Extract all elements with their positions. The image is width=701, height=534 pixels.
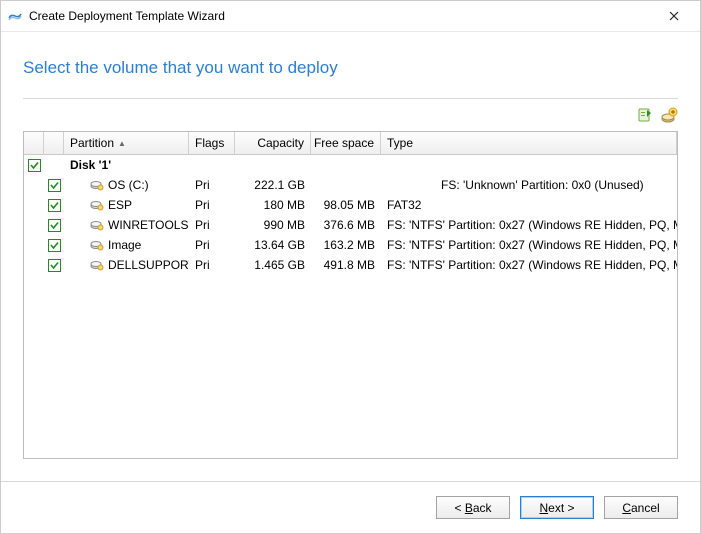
partition-free: 98.05 MB: [311, 198, 381, 212]
col-capacity-label: Capacity: [257, 136, 304, 150]
table-row[interactable]: Image Pri 13.64 GB 163.2 MB FS: 'NTFS' P…: [24, 235, 677, 255]
partition-capacity: 180 MB: [235, 198, 311, 212]
grid-header: Partition ▲ Flags Capacity Free space Ty…: [24, 132, 677, 155]
partition-flags: Pri: [189, 198, 235, 212]
close-button[interactable]: [654, 2, 694, 30]
col-flags-label: Flags: [195, 136, 224, 150]
partition-flags: Pri: [189, 258, 235, 272]
refresh-icon[interactable]: [636, 107, 654, 125]
col-type[interactable]: Type: [381, 132, 677, 154]
page-heading: Select the volume that you want to deplo…: [23, 58, 678, 78]
disk-row[interactable]: Disk '1': [24, 155, 677, 175]
content-area: Select the volume that you want to deplo…: [1, 32, 700, 481]
wizard-window: Create Deployment Template Wizard Select…: [0, 0, 701, 534]
col-partition-label: Partition: [70, 136, 114, 150]
grid-body: Disk '1': [24, 155, 677, 458]
row-checkbox[interactable]: [48, 179, 61, 192]
partition-flags: Pri: [189, 178, 235, 192]
app-icon: [7, 8, 23, 24]
col-type-label: Type: [387, 136, 413, 150]
sort-indicator-icon: ▲: [118, 139, 126, 148]
titlebar: Create Deployment Template Wizard: [1, 1, 700, 32]
partition-free: 376.6 MB: [311, 218, 381, 232]
row-checkbox[interactable]: [48, 239, 61, 252]
partition-capacity: 1.465 GB: [235, 258, 311, 272]
partition-type: FS: 'Unknown' Partition: 0x0 (Unused): [381, 178, 677, 192]
table-row[interactable]: WINRETOOLS Pri 990 MB 376.6 MB FS: 'NTFS…: [24, 215, 677, 235]
col-icon[interactable]: [44, 132, 64, 154]
volume-icon: [90, 197, 104, 214]
partition-flags: Pri: [189, 218, 235, 232]
col-free-label: Free space: [314, 136, 374, 150]
partition-name: WINRETOOLS: [108, 218, 188, 232]
partition-free: 491.8 MB: [311, 258, 381, 272]
volume-icon: [90, 177, 104, 194]
row-checkbox[interactable]: [48, 259, 61, 272]
back-button[interactable]: < Back: [436, 496, 510, 519]
disk-checkbox[interactable]: [28, 159, 41, 172]
partition-capacity: 13.64 GB: [235, 238, 311, 252]
heading-area: Select the volume that you want to deplo…: [1, 32, 700, 90]
next-button[interactable]: Next >: [520, 496, 594, 519]
partition-type: FS: 'NTFS' Partition: 0x27 (Windows RE H…: [381, 238, 677, 252]
partition-name: OS (C:): [108, 178, 149, 192]
table-row[interactable]: ESP Pri 180 MB 98.05 MB FAT32: [24, 195, 677, 215]
table-row[interactable]: OS (C:) Pri 222.1 GB FS: 'Unknown' Parti…: [24, 175, 677, 195]
partition-name: DELLSUPPORT: [108, 258, 189, 272]
disk-label: Disk '1': [64, 158, 677, 172]
new-disk-icon[interactable]: [660, 107, 678, 125]
partition-free: 163.2 MB: [311, 238, 381, 252]
volume-icon: [90, 217, 104, 234]
table-row[interactable]: DELLSUPPORT Pri 1.465 GB 491.8 MB FS: 'N…: [24, 255, 677, 275]
volume-icon: [90, 257, 104, 274]
volume-grid: Partition ▲ Flags Capacity Free space Ty…: [23, 131, 678, 459]
partition-name: Image: [108, 238, 141, 252]
row-checkbox[interactable]: [48, 219, 61, 232]
partition-type: FS: 'NTFS' Partition: 0x27 (Windows RE H…: [381, 218, 677, 232]
partition-capacity: 990 MB: [235, 218, 311, 232]
partition-type: FS: 'NTFS' Partition: 0x27 (Windows RE H…: [381, 258, 677, 272]
col-checkbox[interactable]: [24, 132, 44, 154]
footer: < Back Next > Cancel: [1, 481, 700, 533]
window-title: Create Deployment Template Wizard: [29, 9, 654, 23]
col-capacity[interactable]: Capacity: [235, 132, 311, 154]
col-flags[interactable]: Flags: [189, 132, 235, 154]
col-partition[interactable]: Partition ▲: [64, 132, 189, 154]
partition-capacity: 222.1 GB: [235, 178, 311, 192]
partition-name: ESP: [108, 198, 132, 212]
partition-flags: Pri: [189, 238, 235, 252]
row-checkbox[interactable]: [48, 199, 61, 212]
toolbar: [1, 99, 700, 131]
volume-icon: [90, 237, 104, 254]
col-free[interactable]: Free space: [311, 132, 381, 154]
partition-type: FAT32: [381, 198, 677, 212]
cancel-button[interactable]: Cancel: [604, 496, 678, 519]
